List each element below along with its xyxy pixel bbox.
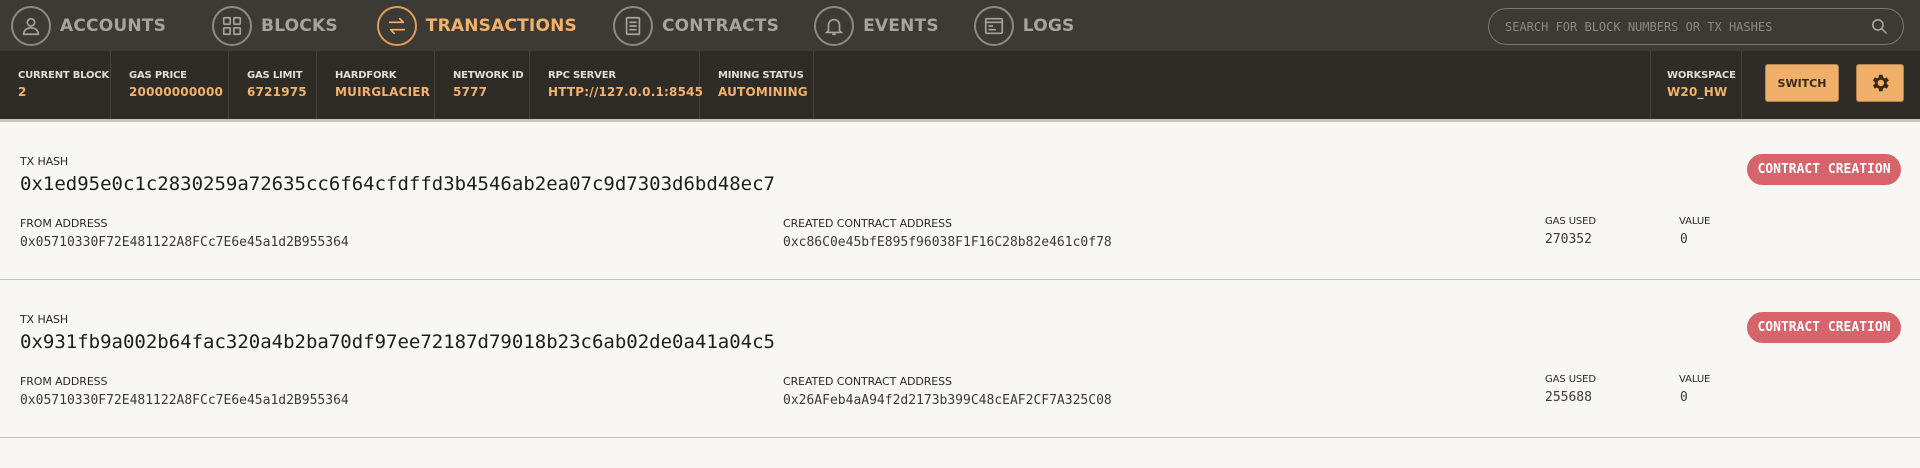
value-label: VALUE: [1679, 216, 1711, 227]
nav-blocks[interactable]: BLOCKS: [174, 0, 346, 51]
stat-value: AUTOMINING: [718, 85, 808, 99]
stat-label: MINING STATUS: [718, 70, 804, 81]
search-box[interactable]: [1488, 8, 1904, 45]
from-address: 0x05710330F72E481122A8FCc7E6e45a1d2B9553…: [20, 235, 349, 250]
stat-label: CURRENT BLOCK: [18, 70, 109, 81]
switch-button[interactable]: SWITCH: [1765, 64, 1839, 102]
stat-label: GAS LIMIT: [247, 70, 303, 81]
from-address: 0x05710330F72E481122A8FCc7E6e45a1d2B9553…: [20, 393, 349, 408]
stat-current-block: CURRENT BLOCK 2: [0, 51, 111, 119]
stat-label: HARDFORK: [335, 70, 397, 81]
nav-accounts[interactable]: ACCOUNTS: [0, 0, 174, 51]
from-address-label: FROM ADDRESS: [20, 217, 108, 230]
nav-logs[interactable]: LOGS: [947, 0, 1083, 51]
stat-label: GAS PRICE: [129, 70, 187, 81]
gas-used-label: GAS USED: [1545, 374, 1597, 385]
person-icon: [11, 5, 51, 46]
terminal-icon: [973, 5, 1014, 46]
nav-events[interactable]: EVENTS: [787, 0, 947, 51]
stat-value: W20_HW: [1667, 85, 1728, 99]
nav-transactions-label: TRANSACTIONS: [425, 15, 577, 36]
contract-creation-badge[interactable]: CONTRACT CREATION: [1747, 154, 1901, 185]
gas-used: 255688: [1545, 390, 1592, 405]
stat-label: WORKSPACE: [1667, 70, 1736, 81]
nav-contracts[interactable]: CONTRACTS: [585, 0, 787, 51]
stat-workspace: WORKSPACE W20_HW: [1650, 51, 1742, 119]
stat-gas-limit: GAS LIMIT 6721975: [229, 51, 317, 119]
nav-logs-label: LOGS: [1022, 15, 1075, 36]
stat-value: HTTP://127.0.0.1:8545: [548, 85, 704, 99]
transaction-row[interactable]: TX HASH 0x1ed95e0c1c2830259a72635cc6f64c…: [0, 122, 1920, 280]
settings-button[interactable]: [1856, 64, 1904, 102]
stat-value: MUIRGLACIER: [335, 85, 431, 99]
tx-hash-label: TX HASH: [20, 313, 69, 326]
swap-arrows-icon: [376, 5, 417, 46]
document-icon: [612, 5, 653, 46]
value: 0: [1680, 232, 1688, 247]
stat-value: 5777: [453, 85, 488, 99]
stat-value: 2: [18, 85, 27, 99]
transaction-row[interactable]: TX HASH 0x931fb9a002b64fac320a4b2ba70df9…: [0, 280, 1920, 438]
nav-blocks-label: BLOCKS: [261, 15, 338, 36]
tx-hash: 0x931fb9a002b64fac320a4b2ba70df97ee72187…: [20, 331, 775, 353]
nav-contracts-label: CONTRACTS: [661, 15, 780, 36]
created-contract-address: 0x26AFeb4aA94f2d2173b399C48cEAF2CF7A325C…: [783, 393, 1112, 408]
gas-used: 270352: [1545, 232, 1592, 247]
stat-label: NETWORK ID: [453, 70, 524, 81]
status-bar: CURRENT BLOCK 2 GAS PRICE 20000000000 GA…: [0, 51, 1920, 122]
contract-creation-badge[interactable]: CONTRACT CREATION: [1747, 312, 1901, 343]
search-input[interactable]: [1503, 18, 1870, 35]
stat-value: 6721975: [247, 85, 307, 99]
stat-mining-status: MINING STATUS AUTOMINING: [700, 51, 814, 119]
nav-transactions[interactable]: TRANSACTIONS: [346, 0, 585, 51]
value-label: VALUE: [1679, 374, 1711, 385]
top-navigation: ACCOUNTS BLOCKS TRANSACTIONS CONTRACTS E…: [0, 0, 1920, 51]
stat-network-id: NETWORK ID 5777: [435, 51, 530, 119]
nav-events-label: EVENTS: [863, 15, 939, 36]
created-contract-address-label: CREATED CONTRACT ADDRESS: [783, 375, 952, 388]
stat-label: RPC SERVER: [548, 70, 616, 81]
value: 0: [1680, 390, 1688, 405]
bell-icon: [814, 5, 855, 46]
nav-accounts-label: ACCOUNTS: [60, 15, 167, 36]
from-address-label: FROM ADDRESS: [20, 375, 108, 388]
created-contract-address-label: CREATED CONTRACT ADDRESS: [783, 217, 952, 230]
stat-rpc-server: RPC SERVER HTTP://127.0.0.1:8545: [530, 51, 704, 119]
grid-icon: [212, 5, 253, 46]
tx-hash-label: TX HASH: [20, 155, 69, 168]
stat-value: 20000000000: [129, 85, 224, 99]
stat-gas-price: GAS PRICE 20000000000: [111, 51, 229, 119]
gas-used-label: GAS USED: [1545, 216, 1597, 227]
stat-hardfork: HARDFORK MUIRGLACIER: [317, 51, 435, 119]
tx-hash: 0x1ed95e0c1c2830259a72635cc6f64cfdffd3b4…: [20, 173, 775, 195]
gear-icon: [1872, 74, 1889, 92]
search-icon[interactable]: [1870, 17, 1889, 36]
created-contract-address: 0xc86C0e45bfE895f96038F1F16C28b82e461c0f…: [783, 235, 1112, 250]
